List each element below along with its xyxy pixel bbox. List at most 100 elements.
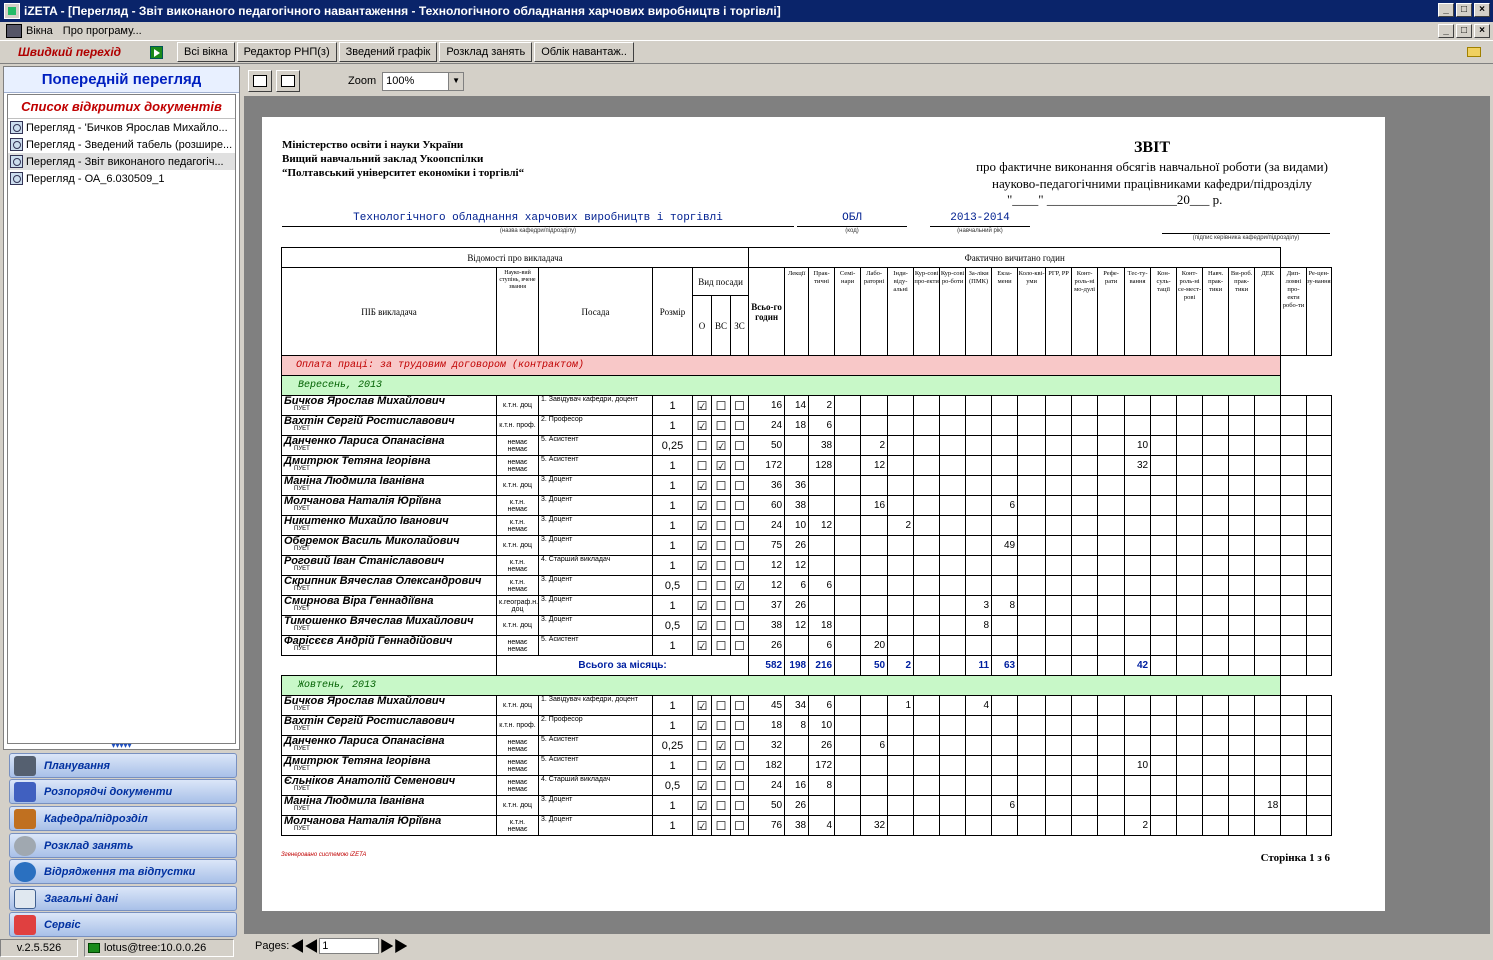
hours-cell <box>834 795 862 816</box>
hours-cell <box>1280 535 1307 556</box>
position: 3. Доцент <box>538 595 653 616</box>
hours-cell <box>1254 695 1282 716</box>
folder-icon[interactable] <box>1467 47 1481 57</box>
hours-cell <box>834 695 862 716</box>
list-item[interactable]: Перегляд - ОА_6.030509_1 <box>8 170 235 187</box>
hours-cell <box>1228 795 1256 816</box>
header-col: ДЕК <box>1254 267 1282 356</box>
close-button[interactable]: × <box>1474 3 1490 17</box>
first-page-icon[interactable] <box>291 939 304 953</box>
summary-schedule-button[interactable]: Зведений графік <box>338 42 438 62</box>
hours-cell <box>1097 595 1126 616</box>
position: 2. Професор <box>538 715 653 736</box>
mdi-restore-button[interactable]: □ <box>1456 24 1472 38</box>
chevron-down-icon[interactable]: ▼ <box>448 72 464 90</box>
nav-service[interactable]: Сервіс <box>9 912 237 937</box>
document-icon[interactable] <box>6 24 22 38</box>
hours-cell <box>1071 715 1099 736</box>
org-suffix: ПУЕТ <box>294 566 310 572</box>
position: 2. Професор <box>538 415 653 436</box>
table-row: Маніна Людмила Іванівна ПУЕТ к.т.н. доц 3. … <box>281 475 1333 496</box>
rnp-editor-button[interactable]: Редактор РНП(з) <box>236 42 337 62</box>
hours-cell: 6 <box>808 575 836 596</box>
zoom-select[interactable]: 100% ▼ <box>382 71 465 91</box>
hours-cell <box>965 495 993 516</box>
hours-cell <box>1176 615 1204 636</box>
list-item[interactable]: Перегляд - Зведений табель (розшире... <box>8 136 235 153</box>
page-input[interactable]: 1 <box>319 938 380 954</box>
hours-cell <box>1254 735 1282 756</box>
header-col: Конт-роль-ні се-мест-рові <box>1176 267 1204 356</box>
all-windows-button[interactable]: Всі вікна <box>177 42 235 62</box>
teacher-name: Данченко Лариса Опанасівна ПУЕТ <box>281 435 497 456</box>
degree: немає немає <box>496 755 539 776</box>
hours-cell <box>1254 455 1282 476</box>
position: 3. Доцент <box>538 575 653 596</box>
hours-cell <box>1045 795 1073 816</box>
checkbox: ☐ <box>711 415 731 436</box>
hours-cell <box>1202 555 1230 576</box>
prev-page-icon[interactable] <box>305 939 318 953</box>
minimize-button[interactable]: _ <box>1438 3 1454 17</box>
header-col: Коло-кві-уми <box>1017 267 1047 356</box>
checkbox: ☐ <box>692 455 712 476</box>
hours-cell <box>860 575 889 596</box>
hours-cell <box>965 735 993 756</box>
hours-cell <box>1017 815 1047 836</box>
nav-orders[interactable]: Розпорядчі документи <box>9 779 237 804</box>
header-o: О <box>692 295 712 356</box>
mdi-minimize-button[interactable]: _ <box>1438 24 1454 38</box>
hours-cell <box>1071 755 1099 776</box>
nav-department[interactable]: Кафедра/підрозділ <box>9 806 237 831</box>
nav-general[interactable]: Загальні дані <box>9 886 237 911</box>
hours-cell <box>1305 555 1333 576</box>
next-page-icon[interactable] <box>381 939 394 953</box>
signature-caption: (підпис керівника кафедри/підрозділу) <box>1192 235 1300 241</box>
play-icon[interactable] <box>150 45 163 59</box>
menu-windows[interactable]: Вікна <box>26 25 53 37</box>
rate: 1 <box>652 555 693 576</box>
mdi-close-button[interactable]: × <box>1474 24 1490 38</box>
checkbox: ☐ <box>692 575 712 596</box>
hours-cell: 49 <box>991 535 1019 556</box>
panel-splitter[interactable]: ▾▾▾▾▾ <box>3 742 240 750</box>
position: 4. Старший викладач <box>538 555 653 576</box>
hours-cell <box>834 615 862 636</box>
export-button[interactable] <box>276 70 300 92</box>
hours-cell <box>1254 475 1282 496</box>
workload-button[interactable]: Облік навантаж.. <box>534 42 634 62</box>
degree: к.т.н. немає <box>496 815 539 836</box>
checkbox: ☐ <box>729 515 750 536</box>
hours-cell <box>1202 695 1230 716</box>
list-item-selected[interactable]: Перегляд - Звіт виконаного педагогіч... <box>8 153 235 170</box>
nav-planning[interactable]: Планування <box>9 753 237 778</box>
rate: 1 <box>652 715 693 736</box>
table-icon <box>14 888 36 909</box>
hours-cell <box>887 495 915 516</box>
hours-cell <box>939 435 967 456</box>
hours-cell <box>860 515 889 536</box>
teacher-name: Смирнова Віра Геннадіївна ПУЕТ <box>281 595 497 616</box>
org-suffix: ПУЕТ <box>294 646 310 652</box>
hours-cell <box>1305 415 1333 436</box>
list-item[interactable]: Перегляд - 'Бичков Ярослав Михайло... <box>8 119 235 136</box>
hours-cell: 6 <box>991 495 1019 516</box>
hours-cell <box>1280 415 1307 436</box>
menu-about[interactable]: Про програму... <box>63 25 142 37</box>
timetable-button[interactable]: Розклад занять <box>439 42 533 62</box>
maximize-button[interactable]: □ <box>1456 3 1472 17</box>
hours-cell <box>860 415 889 436</box>
hours-cell <box>913 535 941 556</box>
hours-cell <box>1202 735 1230 756</box>
total-hours: 60 <box>748 495 786 516</box>
hours-cell: 20 <box>860 635 889 656</box>
nav-trips[interactable]: Відрядження та відпустки <box>9 859 237 884</box>
hours-cell: 2 <box>808 395 836 416</box>
hours-cell <box>1097 535 1126 556</box>
hours-cell <box>887 475 915 496</box>
print-button[interactable] <box>248 70 272 92</box>
hours-cell <box>834 815 862 836</box>
hours-cell <box>1045 535 1073 556</box>
nav-timetable[interactable]: Розклад занять <box>9 833 237 858</box>
last-page-icon[interactable] <box>395 939 408 953</box>
